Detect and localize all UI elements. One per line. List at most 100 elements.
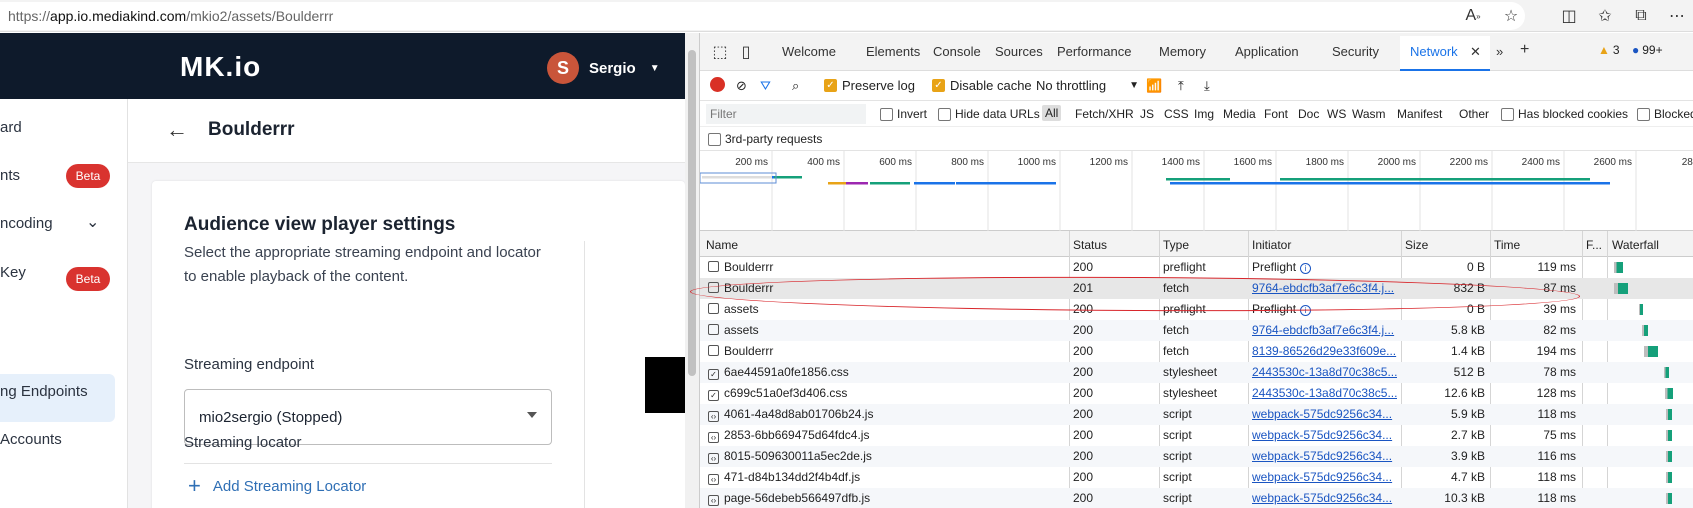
user-menu[interactable]: S Sergio ▼ [547,52,660,84]
column-initiator[interactable]: Initiator [1252,238,1291,252]
address-bar[interactable]: https://app.io.mediakind.com/mkio2/asset… [0,2,1525,30]
tab-security[interactable]: Security [1332,44,1379,59]
request-initiator-link[interactable]: 2443530c-13a8d70c38c5... [1252,386,1397,400]
request-initiator-link[interactable]: 2443530c-13a8d70c38c5... [1252,365,1397,379]
filter-type-js[interactable]: JS [1140,107,1154,121]
request-initiator-link[interactable]: 9764-ebdcfb3af7e6c3f4.j... [1252,281,1397,295]
table-row[interactable]: ✓ 6ae44591a0fe1856.css 200 stylesheet 244353… [700,362,1693,383]
request-name[interactable]: assets [708,323,1063,337]
tab-welcome[interactable]: Welcome [782,44,836,59]
mkio-logo[interactable]: MK.io [180,51,261,83]
filter-type-css[interactable]: CSS [1164,107,1189,121]
filter-input[interactable]: Filter [706,104,866,124]
search-icon[interactable]: ⌕ [792,78,799,94]
network-conditions-icon[interactable]: 📶 [1146,78,1162,94]
table-row[interactable]: Boulderrr 200 preflight Preflight i 0 B 119 ms [700,257,1693,278]
favorites-icon[interactable]: ✩ [1593,4,1617,28]
tab-console[interactable]: Console [933,44,981,59]
column-type[interactable]: Type [1163,238,1189,252]
sidebar-item-streaming-endpoints[interactable]: ng Endpoints [0,383,88,400]
request-name[interactable]: Boulderrr [708,344,1063,358]
request-name[interactable]: ‹› 8015-509630011a5ec2de.js [708,449,1063,464]
column-name[interactable]: Name [706,238,738,252]
tab-elements[interactable]: Elements [866,44,920,59]
filter-type-img[interactable]: Img [1194,107,1214,121]
table-row[interactable]: ‹› 2853-6bb669475d64fdc4.js 200 script webpa… [700,425,1693,446]
filter-type-font[interactable]: Font [1264,107,1288,121]
filter-type-other[interactable]: Other [1459,107,1489,121]
network-overview[interactable]: 200 ms 400 ms 600 ms 800 ms 1000 ms 1200 ms 14… [700,151,1693,231]
table-row[interactable]: Boulderrr 201 fetch 9764-ebdcfb3af7e6c3f4.j… [700,278,1693,299]
more-tabs-icon[interactable]: » [1496,44,1503,59]
info-icon[interactable]: i [1300,263,1312,274]
request-initiator-link[interactable]: webpack-575dc9256c34... [1252,470,1397,484]
request-name[interactable]: ‹› 471-d84b134dd2f4b4df.js [708,470,1063,485]
add-tab-icon[interactable]: + [1520,41,1529,59]
collections-icon[interactable]: ⧉ [1629,4,1653,28]
filter-toggle-icon[interactable]: ⛛ [760,78,771,94]
sidebar-item-dashboard[interactable]: ard [0,119,22,136]
back-arrow-icon[interactable]: ← [166,117,188,143]
request-name[interactable]: ‹› 2853-6bb669475d64fdc4.js [708,428,1063,443]
invert-checkbox[interactable]: Invert [880,107,927,121]
column-waterfall[interactable]: Waterfall [1612,238,1659,252]
filter-type-manifest[interactable]: Manifest [1397,107,1442,121]
request-name[interactable]: Boulderrr [708,260,1063,274]
column-fulfilled[interactable]: F... [1586,238,1602,252]
request-name[interactable]: ✓ 6ae44591a0fe1856.css [708,365,1063,380]
request-name[interactable]: assets [708,302,1063,316]
request-initiator-link[interactable]: webpack-575dc9256c34... [1252,407,1397,421]
sidebar-item-encoding[interactable]: ncoding [0,215,53,232]
request-initiator-link[interactable]: webpack-575dc9256c34... [1252,428,1397,442]
disable-cache-checkbox[interactable]: Disable cache [932,78,1032,93]
request-initiator-link[interactable]: webpack-575dc9256c34... [1252,491,1397,505]
read-aloud-icon[interactable]: A» [1461,4,1485,28]
info-icon[interactable]: i [1300,305,1312,316]
inspect-element-icon[interactable]: ⬚ [708,40,732,64]
has-blocked-cookies-checkbox[interactable]: Has blocked cookies [1501,107,1628,121]
request-name[interactable]: ✓ c699c51a0ef3d406.css [708,386,1063,401]
page-scrollbar-thumb[interactable] [688,50,696,376]
record-icon[interactable] [710,77,725,92]
close-tab-icon[interactable]: ✕ [1470,44,1481,60]
import-har-icon[interactable]: ⤒ [1178,78,1184,94]
column-status[interactable]: Status [1073,238,1107,252]
warnings-counter[interactable]: ▲ 3 [1598,43,1620,57]
table-row[interactable]: ‹› page-56debeb566497dfb.js 200 script webpa… [700,488,1693,508]
throttling-select[interactable]: No throttling ▼ [1036,78,1139,93]
add-streaming-locator-button[interactable]: + Add Streaming Locator [188,473,366,499]
filter-type-ws[interactable]: WS [1327,107,1346,121]
tab-performance[interactable]: Performance [1057,44,1131,59]
request-name[interactable]: ‹› page-56debeb566497dfb.js [708,491,1063,506]
request-initiator-link[interactable]: 9764-ebdcfb3af7e6c3f4.j... [1252,323,1397,337]
filter-type-media[interactable]: Media [1223,107,1256,121]
split-screen-icon[interactable]: ◫ [1557,4,1581,28]
filter-type-fetch-xhr[interactable]: Fetch/XHR [1075,107,1134,121]
export-har-icon[interactable]: ⤓ [1204,78,1210,94]
hide-data-urls-checkbox[interactable]: Hide data URLs [938,107,1040,121]
request-name[interactable]: ‹› 4061-4a48d8ab01706b24.js [708,407,1063,422]
table-row[interactable]: assets 200 preflight Preflight i 0 B 39 ms [700,299,1693,320]
table-row[interactable]: assets 200 fetch 9764-ebdcfb3af7e6c3f4.j...… [700,320,1693,341]
tab-memory[interactable]: Memory [1159,44,1206,59]
table-row[interactable]: ✓ c699c51a0ef3d406.css 200 stylesheet 244353… [700,383,1693,404]
device-toolbar-icon[interactable]: ▯ [734,40,758,64]
table-row[interactable]: ‹› 471-d84b134dd2f4b4df.js 200 script webpac… [700,467,1693,488]
sidebar-item-events[interactable]: nts [0,167,20,184]
filter-type-doc[interactable]: Doc [1298,107,1319,121]
request-initiator-link[interactable]: 8139-86526d29e33f609e... [1252,344,1397,358]
tab-sources[interactable]: Sources [995,44,1043,59]
column-size[interactable]: Size [1405,238,1428,252]
tab-application[interactable]: Application [1235,44,1299,59]
table-row[interactable]: ‹› 8015-509630011a5ec2de.js 200 script webpa… [700,446,1693,467]
filter-type-wasm[interactable]: Wasm [1352,107,1386,121]
table-row[interactable]: ‹› 4061-4a48d8ab01706b24.js 200 script webpa… [700,404,1693,425]
more-icon[interactable]: ⋯ [1665,4,1689,28]
sidebar-item-accounts[interactable]: Accounts [0,431,62,448]
column-time[interactable]: Time [1494,238,1520,252]
preserve-log-checkbox[interactable]: Preserve log [824,78,915,93]
blocked-requests-checkbox[interactable]: Blocked [1637,107,1693,121]
chevron-down-icon[interactable]: ⌄ [86,212,99,232]
tab-network[interactable]: Network [1410,44,1458,59]
sidebar-item-key[interactable]: Key [0,264,26,281]
